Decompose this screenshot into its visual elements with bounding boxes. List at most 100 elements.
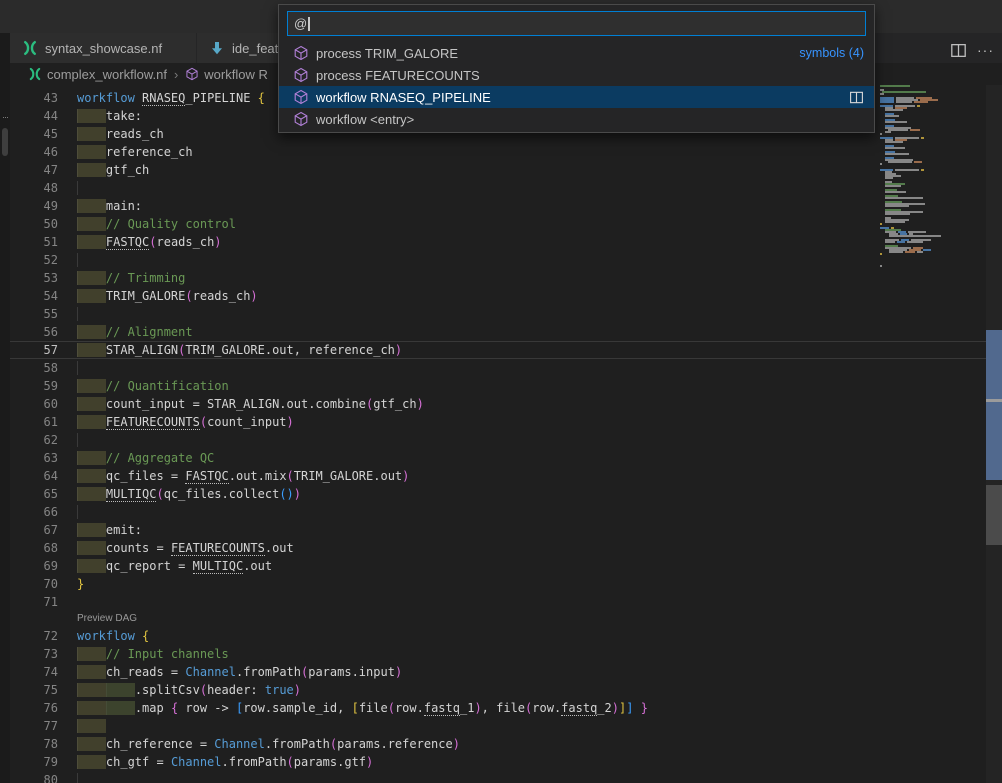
code-line[interactable]: 49 main:: [10, 197, 1002, 215]
line-content: TRIM_GALORE(reads_ch): [77, 287, 258, 305]
scrollbar-thumb[interactable]: [986, 485, 1002, 545]
line-number: 80: [10, 771, 58, 783]
code-line[interactable]: 63 // Aggregate QC: [10, 449, 1002, 467]
line-number: 63: [10, 449, 58, 467]
scrollbar-decoration-upper[interactable]: [986, 330, 1002, 399]
code-line[interactable]: 75 .splitCsv(header: true): [10, 681, 1002, 699]
code-line[interactable]: 66: [10, 503, 1002, 521]
code-line[interactable]: 58: [10, 359, 1002, 377]
line-number: 56: [10, 323, 58, 341]
breadcrumb-separator: ›: [172, 67, 180, 82]
quick-open-item[interactable]: workflow <entry>: [279, 108, 874, 130]
left-rail: ···: [0, 33, 10, 783]
line-content: [77, 251, 106, 269]
line-content: [77, 431, 106, 449]
line-number: 46: [10, 143, 58, 161]
line-content: gtf_ch: [77, 161, 149, 179]
code-line[interactable]: 51 FASTQC(reads_ch): [10, 233, 1002, 251]
code-line[interactable]: 78 ch_reference = Channel.fromPath(param…: [10, 735, 1002, 753]
code-line[interactable]: 69 qc_report = MULTIQC.out: [10, 557, 1002, 575]
code-line[interactable]: 59 // Quantification: [10, 377, 1002, 395]
open-to-side-icon[interactable]: [849, 90, 864, 105]
breadcrumb-symbol[interactable]: workflow R: [204, 67, 268, 82]
line-number: 72: [10, 627, 58, 645]
editor-actions: ···: [950, 41, 994, 59]
line-number: 74: [10, 663, 58, 681]
quick-open-input[interactable]: @: [287, 11, 866, 36]
line-content: // Input channels: [77, 645, 229, 663]
code-line[interactable]: 50 // Quality control: [10, 215, 1002, 233]
code-line[interactable]: 72workflow {: [10, 627, 1002, 645]
code-line[interactable]: 68 counts = FEATURECOUNTS.out: [10, 539, 1002, 557]
minimap[interactable]: [880, 85, 972, 783]
quick-open-item[interactable]: process TRIM_GALOREsymbols (4): [279, 42, 874, 64]
code-line[interactable]: 62: [10, 431, 1002, 449]
line-number: 71: [10, 593, 58, 611]
line-number: 61: [10, 413, 58, 431]
line-number: 43: [10, 89, 58, 107]
code-line[interactable]: 76 .map { row -> [row.sample_id, [file(r…: [10, 699, 1002, 717]
code-line[interactable]: 79 ch_gtf = Channel.fromPath(params.gtf): [10, 753, 1002, 771]
line-number: 69: [10, 557, 58, 575]
code-line[interactable]: 70}: [10, 575, 1002, 593]
line-content: .map { row -> [row.sample_id, [file(row.…: [77, 699, 648, 717]
code-line[interactable]: 60 count_input = STAR_ALIGN.out.combine(…: [10, 395, 1002, 413]
line-number: 65: [10, 485, 58, 503]
code-line[interactable]: 80: [10, 771, 1002, 783]
more-actions-icon[interactable]: ···: [977, 42, 994, 58]
scrollbar-decoration-lower[interactable]: [986, 402, 1002, 480]
line-content: reads_ch: [77, 125, 164, 143]
line-content: // Trimming: [77, 269, 185, 287]
line-content: }: [77, 575, 84, 593]
line-content: count_input = STAR_ALIGN.out.combine(gtf…: [77, 395, 424, 413]
quick-open-item-label: workflow RNASEQ_PIPELINE: [316, 90, 491, 105]
code-line[interactable]: 52: [10, 251, 1002, 269]
symbol-cube-icon: [185, 67, 199, 81]
quick-open-item[interactable]: workflow RNASEQ_PIPELINE: [279, 86, 874, 108]
code-line[interactable]: 47 gtf_ch: [10, 161, 1002, 179]
code-area: 43workflow RNASEQ_PIPELINE {44 take:45 r…: [10, 89, 1002, 783]
quick-open-item[interactable]: process FEATURECOUNTS: [279, 64, 874, 86]
overflow-ellipsis-icon[interactable]: ···: [0, 112, 10, 122]
code-line[interactable]: 71: [10, 593, 1002, 611]
code-line[interactable]: 55: [10, 305, 1002, 323]
line-number: 47: [10, 161, 58, 179]
code-line[interactable]: 73 // Input channels: [10, 645, 1002, 663]
code-line[interactable]: 61 FEATURECOUNTS(count_input): [10, 413, 1002, 431]
tab-label: syntax_showcase.nf: [45, 41, 162, 56]
line-number: 70: [10, 575, 58, 593]
code-line[interactable]: 53 // Trimming: [10, 269, 1002, 287]
line-content: workflow RNASEQ_PIPELINE {: [77, 89, 265, 107]
text-cursor: [308, 17, 310, 31]
code-editor[interactable]: 43workflow RNASEQ_PIPELINE {44 take:45 r…: [10, 85, 1002, 783]
symbol-cube-icon: [293, 67, 309, 83]
line-number: 58: [10, 359, 58, 377]
code-line[interactable]: 46 reference_ch: [10, 143, 1002, 161]
symbol-cube-icon: [293, 111, 309, 127]
line-content: MULTIQC(qc_files.collect()): [77, 485, 301, 503]
code-line[interactable]: 77: [10, 717, 1002, 735]
code-line[interactable]: 64 qc_files = FASTQC.out.mix(TRIM_GALORE…: [10, 467, 1002, 485]
code-line[interactable]: 57 STAR_ALIGN(TRIM_GALORE.out, reference…: [10, 341, 1002, 359]
line-content: [77, 359, 106, 377]
line-content: emit:: [77, 521, 142, 539]
line-content: qc_files = FASTQC.out.mix(TRIM_GALORE.ou…: [77, 467, 409, 485]
code-line[interactable]: 54 TRIM_GALORE(reads_ch): [10, 287, 1002, 305]
quick-open-item-label: workflow <entry>: [316, 112, 414, 127]
line-number: 75: [10, 681, 58, 699]
code-line[interactable]: 67 emit:: [10, 521, 1002, 539]
code-line[interactable]: 48: [10, 179, 1002, 197]
code-line[interactable]: 56 // Alignment: [10, 323, 1002, 341]
rail-scrollbar-thumb[interactable]: [2, 128, 8, 156]
tab-syntax-showcase[interactable]: syntax_showcase.nf: [10, 33, 196, 63]
line-number: 76: [10, 699, 58, 717]
code-line[interactable]: 74 ch_reads = Channel.fromPath(params.in…: [10, 663, 1002, 681]
scrollbar-track[interactable]: [986, 85, 1002, 783]
split-editor-icon[interactable]: [950, 42, 967, 59]
code-line[interactable]: 65 MULTIQC(qc_files.collect()): [10, 485, 1002, 503]
line-content: main:: [77, 197, 142, 215]
breadcrumb-file[interactable]: complex_workflow.nf: [47, 67, 167, 82]
symbols-count-badge: symbols (4): [799, 46, 864, 60]
line-number: 68: [10, 539, 58, 557]
codelens-preview-dag[interactable]: Preview DAG: [10, 611, 1002, 627]
